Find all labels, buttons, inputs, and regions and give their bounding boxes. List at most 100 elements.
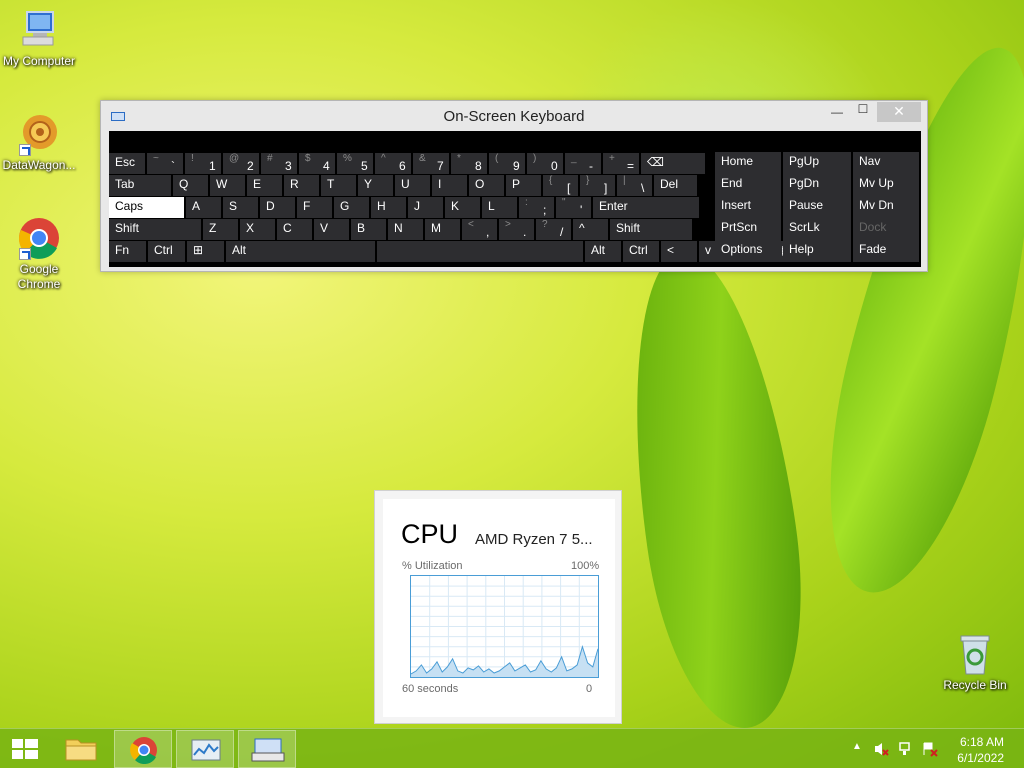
key-esc[interactable]: Esc — [109, 153, 145, 174]
key-3[interactable]: #3 — [261, 153, 297, 174]
key-nav[interactable]: Nav — [853, 152, 919, 174]
key-6[interactable]: ^ 6 — [375, 153, 411, 174]
desktop-icon-my-computer[interactable]: My Computer — [0, 8, 78, 69]
key-symbol[interactable]: " ' — [556, 197, 591, 218]
key-pgup[interactable]: PgUp — [783, 152, 851, 174]
key-symbol[interactable]: < — [661, 241, 697, 262]
key-1[interactable]: ! 1 — [185, 153, 221, 174]
key-del[interactable]: Del — [654, 175, 697, 196]
key-0[interactable]: ) 0 — [527, 153, 563, 174]
key-dock[interactable]: Dock — [853, 218, 919, 240]
close-button[interactable]: ✕ — [877, 102, 921, 122]
osk-titlebar[interactable]: On-Screen Keyboard — ☐ ✕ — [101, 101, 927, 131]
cpu-performance-widget[interactable]: CPU AMD Ryzen 7 5... % Utilization 100% … — [374, 490, 622, 724]
key-7[interactable]: & 7 — [413, 153, 449, 174]
key-mv-up[interactable]: Mv Up — [853, 174, 919, 196]
key-symbol[interactable]: {[ — [543, 175, 578, 196]
key-2[interactable]: @2 — [223, 153, 259, 174]
key-fn[interactable]: Fn — [109, 241, 146, 262]
system-clock[interactable]: 6:18 AM 6/1/2022 — [957, 734, 1004, 766]
key-s[interactable]: S — [223, 197, 258, 218]
key-i[interactable]: I — [432, 175, 467, 196]
start-button[interactable] — [0, 730, 50, 768]
action-center-alert-icon[interactable] — [922, 741, 938, 762]
key-h[interactable]: H — [371, 197, 406, 218]
key-5[interactable]: % 5 — [337, 153, 373, 174]
key-c[interactable]: C — [277, 219, 312, 240]
key-v[interactable]: V — [314, 219, 349, 240]
key-insert[interactable]: Insert — [715, 196, 781, 218]
minimize-button[interactable]: — — [823, 105, 851, 125]
key-q[interactable]: Q — [173, 175, 208, 196]
key-m[interactable]: M — [425, 219, 460, 240]
key-p[interactable]: P — [506, 175, 541, 196]
key-symbol[interactable]: }] — [580, 175, 615, 196]
desktop-icon-google-chrome[interactable]: Google Chrome — [0, 216, 78, 292]
key-space[interactable] — [377, 241, 583, 262]
key-help[interactable]: Help — [783, 240, 851, 262]
key-symbol[interactable]: <, — [462, 219, 497, 240]
key-ctrl[interactable]: Ctrl — [148, 241, 185, 262]
key-symbol[interactable]: ~ ` — [147, 153, 183, 174]
key-8[interactable]: * 8 — [451, 153, 487, 174]
key-z[interactable]: Z — [203, 219, 238, 240]
key-prtscn[interactable]: PrtScn — [715, 218, 781, 240]
key-options[interactable]: Options — [715, 240, 781, 262]
key-4[interactable]: $4 — [299, 153, 335, 174]
key-w[interactable]: W — [210, 175, 245, 196]
on-screen-keyboard-window[interactable]: On-Screen Keyboard — ☐ ✕ Esc ~ `! 1 @2 #3 $4% 5… — [100, 100, 928, 272]
key-y[interactable]: Y — [358, 175, 393, 196]
key-alt[interactable]: Alt — [226, 241, 375, 262]
key-scrlk[interactable]: ScrLk — [783, 218, 851, 240]
key-shift[interactable]: Shift — [610, 219, 692, 240]
key-home[interactable]: Home — [715, 152, 781, 174]
key-x[interactable]: X — [240, 219, 275, 240]
key-pause[interactable]: Pause — [783, 196, 851, 218]
taskbar-on-screen-keyboard[interactable] — [238, 730, 296, 768]
volume-muted-icon[interactable] — [873, 741, 889, 762]
key-end[interactable]: End — [715, 174, 781, 196]
key-9[interactable]: (9 — [489, 153, 525, 174]
key-r[interactable]: R — [284, 175, 319, 196]
key-d[interactable]: D — [260, 197, 295, 218]
key-caps[interactable]: Caps — [109, 197, 184, 218]
key-b[interactable]: B — [351, 219, 386, 240]
key-o[interactable]: O — [469, 175, 504, 196]
taskbar-file-explorer[interactable] — [52, 730, 110, 768]
key-symbol[interactable]: | \ — [617, 175, 652, 196]
key-l[interactable]: L — [482, 197, 517, 218]
key-shift[interactable]: Shift — [109, 219, 201, 240]
key-fade[interactable]: Fade — [853, 240, 919, 262]
key-alt[interactable]: Alt — [585, 241, 621, 262]
key-e[interactable]: E — [247, 175, 282, 196]
key-symbol[interactable]: ? / — [536, 219, 571, 240]
key-mv-dn[interactable]: Mv Dn — [853, 196, 919, 218]
network-icon[interactable] — [898, 741, 914, 762]
key-enter[interactable]: Enter — [593, 197, 699, 218]
key-ctrl[interactable]: Ctrl — [623, 241, 659, 262]
key-j[interactable]: J — [408, 197, 443, 218]
key-f[interactable]: F — [297, 197, 332, 218]
key-tab[interactable]: Tab — [109, 175, 171, 196]
key-t[interactable]: T — [321, 175, 356, 196]
maximize-button[interactable]: ☐ — [849, 102, 877, 122]
key-u[interactable]: U — [395, 175, 430, 196]
taskbar-task-manager[interactable] — [176, 730, 234, 768]
show-hidden-icons-button[interactable]: ▲ — [852, 741, 862, 752]
key-pgdn[interactable]: PgDn — [783, 174, 851, 196]
key-symbol[interactable]: ^ — [573, 219, 608, 240]
key-symbol[interactable]: :; — [519, 197, 554, 218]
key-g[interactable]: G — [334, 197, 369, 218]
key-symbol[interactable]: >. — [499, 219, 534, 240]
key-n[interactable]: N — [388, 219, 423, 240]
taskbar-chrome[interactable] — [114, 730, 172, 768]
key-a[interactable]: A — [186, 197, 221, 218]
key-k[interactable]: K — [445, 197, 480, 218]
key-symbol[interactable]: + = — [603, 153, 639, 174]
key-label: ; — [543, 203, 547, 217]
key-symbol[interactable]: ⌫ — [641, 153, 705, 174]
desktop-icon-datawagon[interactable]: DataWagon... — [0, 112, 78, 173]
desktop-icon-recycle-bin[interactable]: Recycle Bin — [940, 630, 1010, 692]
key-symbol[interactable]: _ - — [565, 153, 601, 174]
key-symbol[interactable]: ⊞ — [187, 241, 224, 262]
